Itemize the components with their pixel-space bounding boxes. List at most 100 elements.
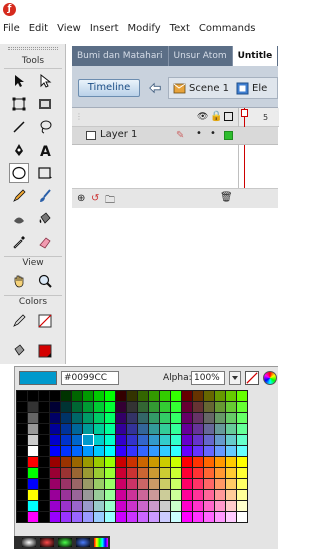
color-cell[interactable] [27,401,39,413]
color-cell[interactable] [137,489,149,501]
color-cell[interactable] [71,412,83,424]
color-cell[interactable] [181,456,193,468]
color-cell[interactable] [16,500,28,512]
color-cell[interactable] [115,467,127,479]
color-cell[interactable] [71,478,83,490]
color-cell[interactable] [126,445,138,457]
color-cell[interactable] [148,478,160,490]
stroke-color-swatch[interactable] [35,311,55,331]
color-cell[interactable] [148,500,160,512]
menu-modify[interactable]: Modify [128,23,161,34]
layer-row[interactable]: Layer 1 ✎ • • [72,127,278,145]
color-cell[interactable] [181,500,193,512]
color-cell[interactable] [38,489,50,501]
alpha-dropdown-icon[interactable] [229,371,241,385]
color-cell[interactable] [126,489,138,501]
color-cell[interactable] [170,489,182,501]
lasso-tool-icon[interactable] [35,117,55,137]
color-cell[interactable] [159,412,171,424]
color-cell[interactable] [38,500,50,512]
color-cell[interactable] [27,467,39,479]
color-cell[interactable] [49,412,61,424]
gradient-swatch[interactable] [94,538,108,547]
color-cell[interactable] [104,456,116,468]
color-cell[interactable] [38,412,50,424]
color-cell[interactable] [181,467,193,479]
color-cell[interactable] [192,412,204,424]
color-cell[interactable] [16,412,28,424]
color-cell[interactable] [126,434,138,446]
color-cell[interactable] [93,489,105,501]
color-cell[interactable] [203,434,215,446]
zoom-tool-icon[interactable] [35,271,55,291]
menu-commands[interactable]: Commands [199,23,256,34]
color-cell[interactable] [16,423,28,435]
color-cell[interactable] [93,467,105,479]
rectangle-tool-icon[interactable] [35,163,55,183]
color-cell[interactable] [60,500,72,512]
color-cell[interactable] [170,434,182,446]
color-cell[interactable] [214,511,226,523]
color-cell[interactable] [71,467,83,479]
color-cell[interactable] [104,511,116,523]
color-cell[interactable] [148,401,160,413]
color-cell[interactable] [16,390,28,402]
color-cell[interactable] [27,500,39,512]
color-cell[interactable] [27,423,39,435]
color-cell[interactable] [38,478,50,490]
color-cell[interactable] [38,434,50,446]
color-cell[interactable] [38,511,50,523]
color-cell[interactable] [38,423,50,435]
lock-icon[interactable]: 🔒 [210,111,222,122]
color-cell[interactable] [192,445,204,457]
color-cell[interactable] [225,423,237,435]
color-cell[interactable] [93,478,105,490]
color-cell[interactable] [38,467,50,479]
color-cell[interactable] [214,412,226,424]
color-cell[interactable] [49,445,61,457]
color-cell[interactable] [60,423,72,435]
color-cell[interactable] [170,511,182,523]
color-cell[interactable] [60,434,72,446]
color-cell[interactable] [236,511,248,523]
color-cell[interactable] [115,423,127,435]
menu-file[interactable]: File [3,23,20,34]
motion-guide-icon[interactable]: ↺ [91,193,99,204]
color-cell[interactable] [126,511,138,523]
fill-color-icon[interactable] [9,341,29,361]
color-cell[interactable] [16,489,28,501]
color-cell[interactable] [115,445,127,457]
color-cell[interactable] [192,500,204,512]
color-cell[interactable] [71,401,83,413]
color-cell[interactable] [115,500,127,512]
color-cell[interactable] [16,456,28,468]
color-cell[interactable] [71,445,83,457]
color-cell[interactable] [16,445,28,457]
color-cell[interactable] [82,390,94,402]
color-cell[interactable] [170,500,182,512]
color-cell[interactable] [203,511,215,523]
color-cell[interactable] [214,456,226,468]
color-cell[interactable] [137,467,149,479]
color-cell[interactable] [104,434,116,446]
color-cell[interactable] [192,489,204,501]
color-cell[interactable] [170,445,182,457]
color-cell[interactable] [148,511,160,523]
color-cell[interactable] [225,412,237,424]
color-cell[interactable] [192,456,204,468]
color-cell[interactable] [82,445,94,457]
color-cell[interactable] [126,500,138,512]
color-cell[interactable] [71,423,83,435]
color-cell[interactable] [148,467,160,479]
color-cell[interactable] [137,390,149,402]
color-cell[interactable] [170,423,182,435]
color-cell[interactable] [236,434,248,446]
color-cell[interactable] [137,412,149,424]
color-cell[interactable] [192,423,204,435]
color-cell[interactable] [27,390,39,402]
color-cell[interactable] [93,412,105,424]
color-cell[interactable] [159,390,171,402]
color-cell[interactable] [181,478,193,490]
color-cell[interactable] [181,401,193,413]
color-cell[interactable] [60,390,72,402]
